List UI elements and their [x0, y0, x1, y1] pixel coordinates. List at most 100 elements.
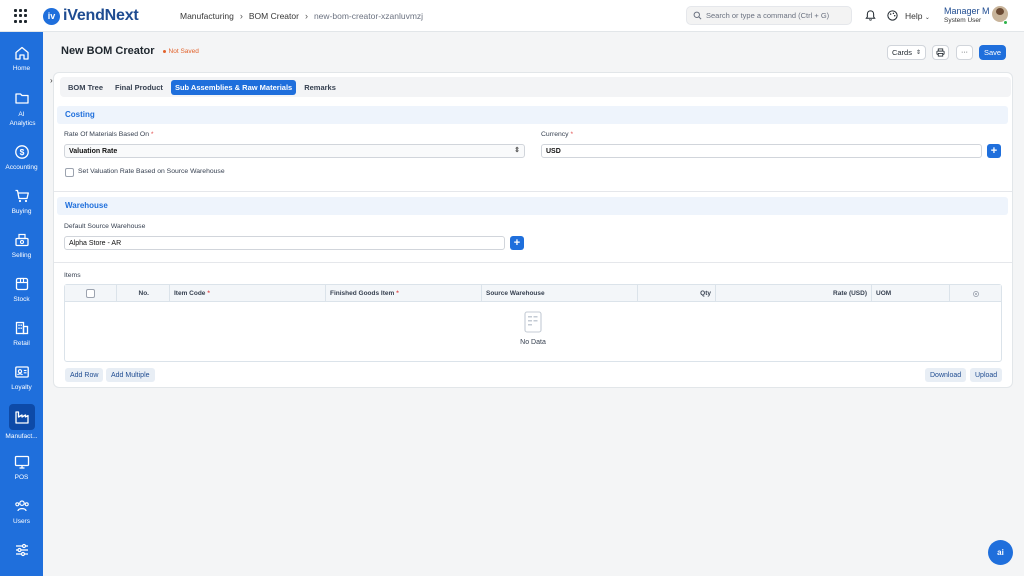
warehouse-section-header[interactable]: Warehouse	[57, 197, 1008, 215]
bell-icon[interactable]	[864, 9, 877, 22]
box-icon	[15, 277, 28, 291]
chevron-down-icon: ⌄	[924, 15, 930, 21]
column-header-finished-goods-text: Finished Goods Item	[330, 290, 395, 297]
sidebar-item-accounting[interactable]: $ Accounting	[0, 144, 43, 171]
column-header-qty: Qty	[638, 285, 716, 302]
sidebar-item-label: AI Analytics	[9, 111, 36, 127]
top-bar: iv iVendNext Manufacturing › BOM Creator…	[0, 0, 1024, 32]
app-grid-icon[interactable]	[14, 9, 28, 23]
cards-dropdown[interactable]: Cards ⇕	[887, 45, 926, 60]
chevron-right-icon: ›	[304, 11, 308, 21]
select-arrows-icon: ⇕	[514, 147, 520, 154]
tab-sub-assemblies[interactable]: Sub Assemblies & Raw Materials	[170, 79, 297, 95]
plus-icon: +	[513, 236, 521, 249]
save-button[interactable]: Save	[979, 45, 1006, 60]
plus-icon: +	[990, 144, 998, 157]
factory-icon	[14, 411, 29, 424]
sidebar-item-stock[interactable]: Stock	[0, 276, 43, 303]
costing-section-header[interactable]: Costing	[57, 106, 1008, 124]
sidebar-item-label: Accounting	[5, 164, 38, 171]
more-actions-button[interactable]: ···	[956, 45, 973, 60]
gear-icon[interactable]	[972, 290, 980, 298]
costing-title: Costing	[65, 110, 95, 119]
sidebar-item-selling[interactable]: Selling	[0, 232, 43, 259]
source-warehouse-field[interactable]: Alpha Store - AR	[64, 236, 505, 250]
sidebar-item-home[interactable]: Home	[0, 45, 43, 72]
sliders-icon	[15, 543, 28, 557]
download-button[interactable]: Download	[925, 368, 967, 382]
building-icon	[15, 321, 28, 335]
sidebar-item-label: Manufact...	[5, 433, 38, 440]
search-input[interactable]: Search or type a command (Ctrl + G)	[686, 6, 852, 25]
add-currency-button[interactable]: +	[987, 144, 1001, 158]
ai-assistant-button[interactable]: ai	[988, 540, 1013, 565]
sidebar-item-loyalty[interactable]: Loyalty	[0, 364, 43, 391]
page-header: New BOM Creator Not Saved	[61, 45, 199, 57]
print-button[interactable]	[932, 45, 949, 60]
cart-icon	[15, 189, 29, 203]
items-table: No. Item Code * Finished Goods Item * Sour…	[64, 284, 1002, 362]
rate-basis-value: Valuation Rate	[69, 147, 118, 155]
rate-basis-label-text: Rate Of Materials Based On	[64, 131, 149, 138]
items-label: Items	[64, 272, 81, 279]
sidebar-item-ai-analytics[interactable]: AI Analytics	[0, 90, 43, 128]
section-divider	[54, 262, 1012, 263]
help-menu[interactable]: Help ⌄	[905, 11, 930, 21]
required-marker: *	[570, 131, 574, 138]
home-icon	[14, 46, 29, 60]
column-header-no: No.	[117, 285, 170, 302]
currency-field[interactable]: USD	[541, 144, 982, 158]
breadcrumb-bom-creator[interactable]: BOM Creator	[249, 11, 299, 21]
logo-mark-icon: iv	[43, 7, 60, 25]
users-icon	[14, 500, 29, 512]
section-divider	[54, 191, 1012, 192]
rate-basis-select[interactable]: Valuation Rate ⇕	[64, 144, 525, 158]
add-multiple-button[interactable]: Add Multiple	[106, 368, 155, 382]
sidebar-item-label: Home	[12, 65, 31, 72]
sidebar-item-settings[interactable]	[0, 542, 43, 562]
sidebar-item-pos[interactable]: POS	[0, 454, 43, 481]
currency-value: USD	[546, 147, 561, 155]
breadcrumb-manufacturing[interactable]: Manufacturing	[180, 11, 234, 21]
app-logo[interactable]: iv iVendNext	[43, 7, 139, 25]
warehouse-title: Warehouse	[65, 201, 108, 210]
source-warehouse-value: Alpha Store - AR	[69, 239, 122, 247]
folder-icon	[14, 93, 29, 104]
sidebar-item-retail[interactable]: Retail	[0, 320, 43, 347]
status-dot	[162, 49, 166, 53]
required-marker: *	[396, 290, 399, 297]
add-row-button[interactable]: Add Row	[65, 368, 104, 382]
chevron-right-icon[interactable]: ›	[50, 76, 53, 85]
column-header-rate: Rate (USD)	[716, 285, 872, 302]
upload-button[interactable]: Upload	[970, 368, 1003, 382]
sidebar-item-label: Retail	[13, 340, 30, 347]
tab-remarks[interactable]: Remarks	[300, 80, 340, 95]
printer-icon	[936, 48, 945, 57]
column-settings-cell	[950, 285, 1001, 302]
active-item-highlight	[8, 404, 35, 430]
rate-basis-label: Rate Of Materials Based On *	[64, 131, 154, 138]
column-header-uom: UOM	[872, 285, 950, 302]
status-badge: Not Saved	[162, 48, 199, 55]
search-icon	[693, 11, 702, 20]
source-warehouse-label: Default Source Warehouse	[64, 223, 146, 230]
tab-final-product[interactable]: Final Product	[111, 80, 167, 95]
valuation-rate-checkbox[interactable]	[65, 168, 74, 177]
user-menu[interactable]: Manager M System User	[944, 6, 990, 24]
sidebar-item-users[interactable]: Users	[0, 498, 43, 525]
required-marker: *	[150, 131, 154, 138]
column-header-source-warehouse: Source Warehouse	[482, 285, 638, 302]
breadcrumb-current[interactable]: new-bom-creator-xzanluvmzj	[314, 11, 423, 21]
valuation-rate-checkbox-label: Set Valuation Rate Based on Source Wareh…	[78, 168, 225, 175]
select-all-checkbox[interactable]	[86, 289, 95, 298]
select-all-cell	[65, 285, 117, 302]
sidebar: Home AI Analytics $ Accounting Buying Se…	[0, 32, 43, 576]
sidebar-item-buying[interactable]: Buying	[0, 188, 43, 215]
add-warehouse-button[interactable]: +	[510, 236, 524, 250]
palette-icon[interactable]	[886, 9, 899, 22]
sort-icon: ⇕	[915, 50, 922, 56]
sidebar-item-label: POS	[14, 474, 29, 481]
sidebar-item-label: Buying	[11, 208, 32, 215]
sidebar-item-manufacturing[interactable]: Manufact...	[0, 404, 43, 440]
tab-bom-tree[interactable]: BOM Tree	[64, 80, 107, 95]
